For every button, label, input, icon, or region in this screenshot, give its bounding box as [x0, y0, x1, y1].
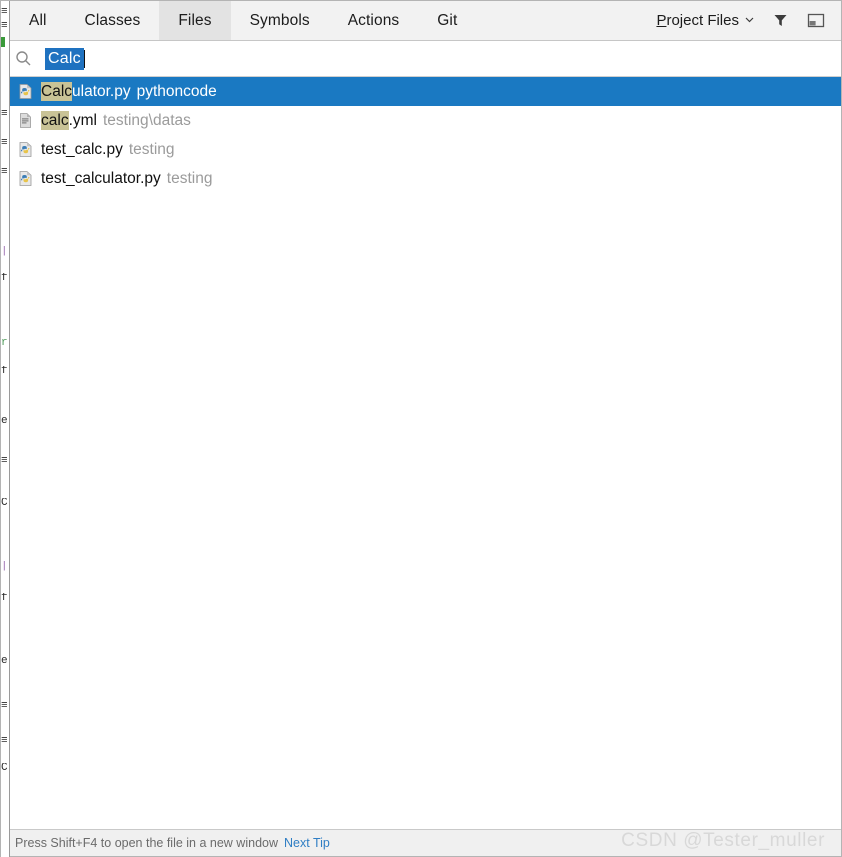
- list-item-filename: test_calculator.py: [41, 169, 161, 187]
- search-everywhere-dialog: ≡ ≡ ≡ ≡ ≡ | f r f e ≡ C | f e ≡ ≡ C All …: [0, 0, 842, 857]
- python-file-icon: [17, 141, 34, 158]
- chevron-down-icon: [744, 12, 755, 29]
- next-tip-link[interactable]: Next Tip: [284, 836, 330, 850]
- list-item-filename-rest: ulator.py: [72, 82, 131, 100]
- python-file-icon: [17, 83, 34, 100]
- tab-git[interactable]: Git: [418, 1, 476, 40]
- tab-all[interactable]: All: [10, 1, 66, 40]
- tab-all-label: All: [29, 11, 47, 29]
- tab-classes-label: Classes: [84, 11, 141, 29]
- list-item-filename-rest: .yml: [68, 111, 97, 129]
- scope-rest: roject Files: [666, 12, 739, 29]
- tab-classes[interactable]: Classes: [66, 1, 160, 40]
- scope-selector[interactable]: Project Files: [656, 12, 755, 29]
- list-item[interactable]: calc.yml testing\datas: [10, 106, 841, 135]
- preview-panel-icon[interactable]: [805, 10, 827, 32]
- scope-mnemonic: P: [656, 12, 667, 29]
- list-item-location: testing: [128, 140, 175, 158]
- search-icon: [10, 50, 36, 67]
- tab-actions[interactable]: Actions: [329, 1, 419, 40]
- list-item-location: pythoncode: [136, 82, 217, 100]
- list-item[interactable]: Calculator.py pythoncode: [10, 77, 841, 106]
- tab-symbols-label: Symbols: [249, 11, 310, 29]
- match-highlight: Calc: [41, 81, 73, 101]
- text-caret: [83, 49, 85, 68]
- match-highlight: calc: [41, 110, 69, 130]
- search-input[interactable]: Calc: [45, 47, 84, 70]
- tab-symbols[interactable]: Symbols: [231, 1, 329, 40]
- yaml-file-icon: [17, 112, 34, 129]
- results-list: Calculator.py pythoncode calc.yml testin…: [1, 77, 841, 829]
- tab-bar: All Classes Files Symbols Actions Git Pr…: [1, 1, 841, 41]
- list-item[interactable]: test_calc.py testing: [10, 135, 841, 164]
- list-item-filename: calc.yml: [41, 110, 97, 130]
- list-item[interactable]: test_calculator.py testing: [10, 164, 841, 193]
- tab-git-label: Git: [437, 11, 458, 29]
- list-item-filename: Calculator.py: [41, 81, 131, 101]
- list-item-filename: test_calc.py: [41, 140, 123, 158]
- scope-selector-label: Project Files: [656, 12, 739, 29]
- list-item-location: testing\datas: [103, 111, 191, 129]
- tab-actions-label: Actions: [347, 11, 400, 29]
- tab-bar-right-controls: Project Files: [656, 1, 841, 40]
- filter-funnel-icon[interactable]: [769, 10, 791, 32]
- python-file-icon: [17, 170, 34, 187]
- status-hint: Press Shift+F4 to open the file in a new…: [15, 836, 278, 850]
- tab-files[interactable]: Files: [159, 1, 231, 40]
- status-bar: Press Shift+F4 to open the file in a new…: [1, 829, 841, 856]
- list-item-location: testing: [166, 169, 213, 187]
- tab-files-label: Files: [178, 11, 212, 29]
- search-row: Calc: [1, 41, 841, 77]
